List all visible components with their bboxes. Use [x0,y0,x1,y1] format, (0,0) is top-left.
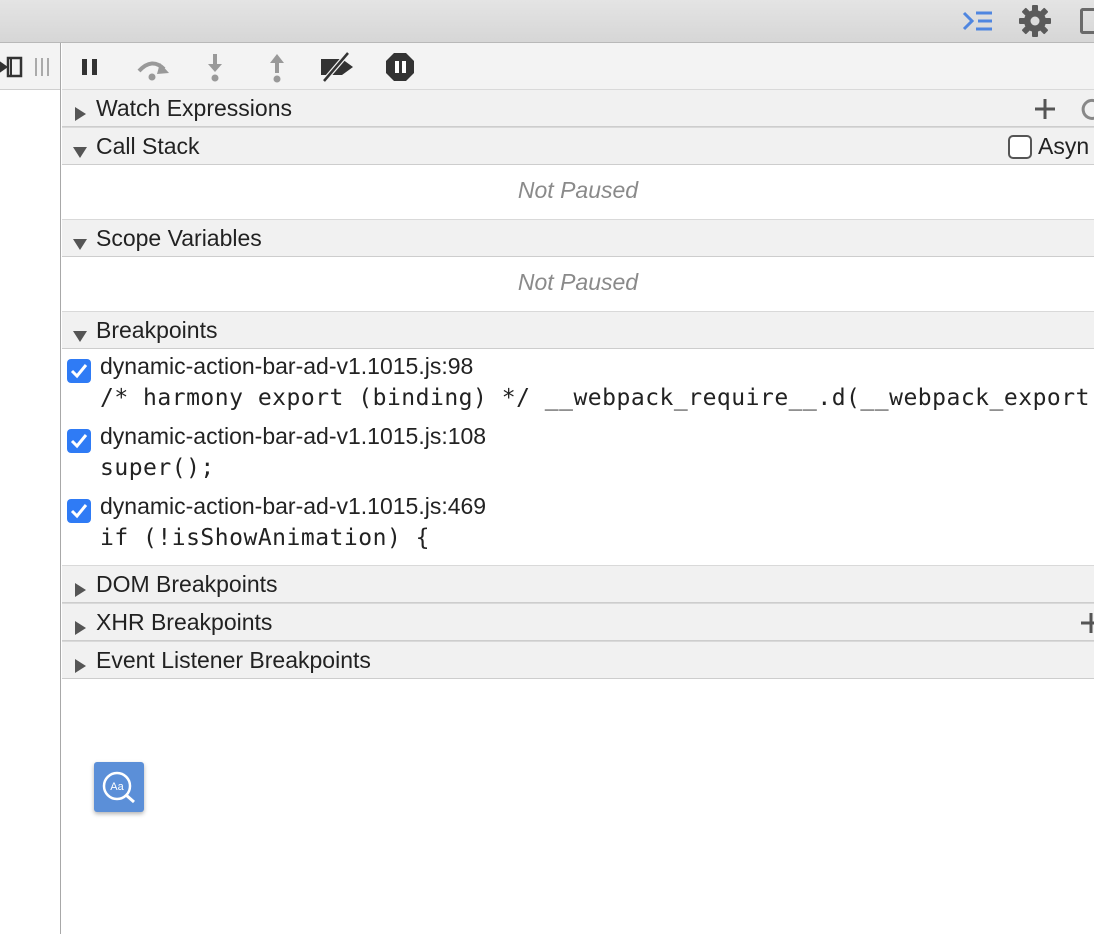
resize-grip-icon[interactable] [34,56,50,78]
section-title: Breakpoints [96,317,218,343]
debugger-toolbar [62,43,1094,90]
breakpoint-code: /* harmony export (binding) */ __webpack… [100,385,1090,411]
call-stack-header[interactable]: Call Stack Asyn [62,127,1094,165]
breakpoint-checkbox[interactable] [67,429,91,453]
deactivate-breakpoints-icon[interactable] [320,51,354,83]
refresh-watch-icon[interactable] [1080,97,1094,127]
scope-variables-header[interactable]: Scope Variables [62,219,1094,257]
step-over-icon[interactable] [136,51,170,83]
async-label: Asyn [1038,133,1090,159]
collapse-arrow-icon [72,323,88,342]
watch-expressions-header[interactable]: Watch Expressions [62,89,1094,127]
xhr-breakpoints-header[interactable]: XHR Breakpoints [62,603,1094,641]
collapse-arrow-icon [72,231,88,250]
expand-arrow-icon [72,577,88,597]
section-title: Watch Expressions [96,95,292,121]
svg-text:Aa: Aa [110,781,124,793]
expand-arrow-icon [72,101,88,121]
pause-icon[interactable] [74,51,108,83]
section-title: XHR Breakpoints [96,609,273,635]
breakpoint-location[interactable]: dynamic-action-bar-ad-v1.1015.js:98 [100,353,473,380]
dock-side-icon[interactable] [1080,8,1094,34]
dom-breakpoints-header[interactable]: DOM Breakpoints [62,565,1094,603]
event-listener-breakpoints-header[interactable]: Event Listener Breakpoints [62,641,1094,679]
breakpoint-checkbox[interactable] [67,359,91,383]
step-into-icon[interactable] [198,51,232,83]
call-stack-empty-message: Not Paused [517,177,639,203]
text-search-button[interactable]: Aa [94,762,144,812]
breakpoints-header[interactable]: Breakpoints [62,311,1094,349]
devtools-top-bar [0,0,1094,43]
expand-arrow-icon [72,615,88,635]
gear-icon[interactable] [1018,4,1052,38]
breakpoint-location[interactable]: dynamic-action-bar-ad-v1.1015.js:469 [100,493,486,520]
debugger-sidebar: Watch Expressions Call Stack Asyn Not Pa… [62,43,1094,934]
navigator-toolbar [0,43,60,90]
section-title: DOM Breakpoints [96,571,278,597]
async-checkbox[interactable] [1008,135,1032,159]
step-out-icon[interactable] [260,51,294,83]
expand-arrow-icon [72,653,88,673]
toggle-navigator-icon[interactable] [0,55,24,79]
breakpoint-checkbox[interactable] [67,499,91,523]
section-title: Scope Variables [96,225,262,251]
scope-empty-message: Not Paused [517,269,639,295]
section-title: Call Stack [96,133,200,159]
console-drawer-icon[interactable] [961,7,995,35]
section-title: Event Listener Breakpoints [96,647,371,673]
add-watch-expression-icon[interactable] [1034,98,1056,126]
pause-on-exceptions-icon[interactable] [383,51,417,83]
text-search-icon: Aa [94,771,144,816]
breakpoint-code: super(); [100,455,215,481]
breakpoint-code: if (!isShowAnimation) { [100,525,430,551]
add-xhr-breakpoint-icon[interactable] [1080,612,1094,640]
breakpoint-location[interactable]: dynamic-action-bar-ad-v1.1015.js:108 [100,423,486,450]
navigator-pane [0,43,61,934]
collapse-arrow-icon [72,139,88,158]
